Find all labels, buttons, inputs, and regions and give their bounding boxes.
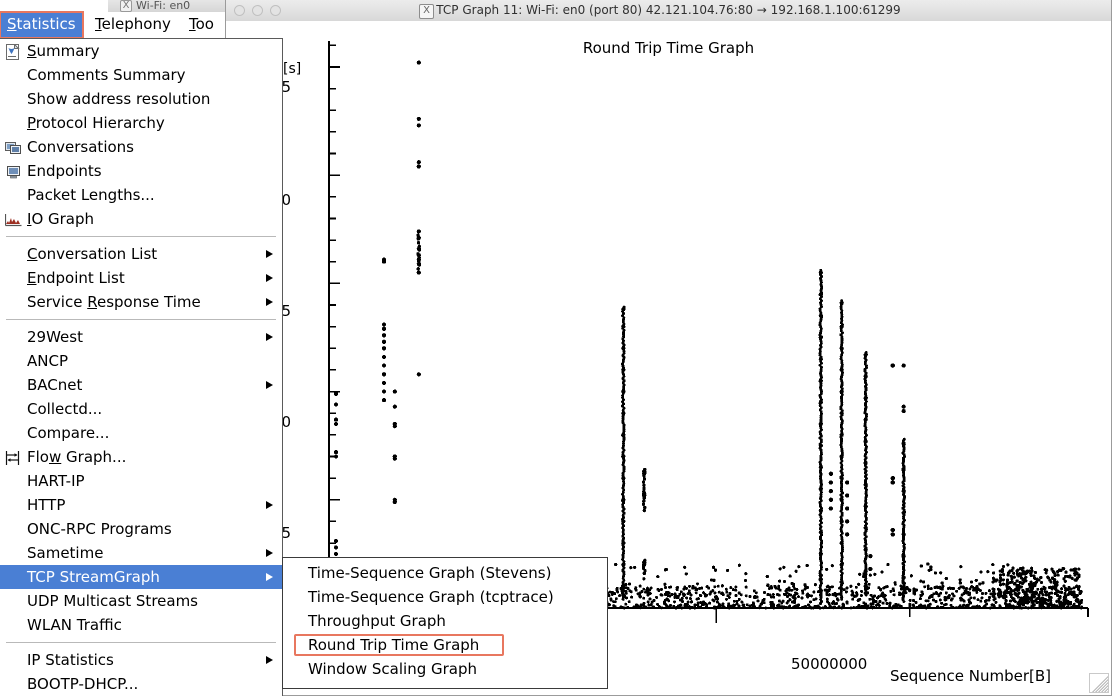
menu-item-show-address-resolution[interactable]: Show address resolution xyxy=(0,87,282,111)
menu-item-label: ONC-RPC Programs xyxy=(27,520,172,538)
menu-item-conversation-list[interactable]: Conversation List xyxy=(0,242,282,266)
menu-item-udp-multicast-streams[interactable]: UDP Multicast Streams xyxy=(0,589,282,613)
submenu-item-round-trip-time-graph[interactable]: Round Trip Time Graph xyxy=(283,633,607,657)
statistics-menu: Summary Comments Summary Show address reso… xyxy=(0,38,283,696)
menu-item-label: Conversations xyxy=(27,138,134,156)
menu-item-comments-summary[interactable]: Comments Summary xyxy=(0,63,282,87)
menu-item-endpoint-list[interactable]: Endpoint List xyxy=(0,266,282,290)
menu-item-label: Summary xyxy=(27,42,100,60)
menu-item-label: Show address resolution xyxy=(27,90,211,108)
conversations-icon xyxy=(5,139,22,155)
menu-item-wlan-traffic[interactable]: WLAN Traffic xyxy=(0,613,282,637)
menu-item-service-response-time[interactable]: Service Response Time xyxy=(0,290,282,314)
menu-item-label: HART-IP xyxy=(27,472,85,490)
chevron-right-icon xyxy=(266,274,273,282)
menu-item-label: ANCP xyxy=(27,352,69,370)
menubar-item-telephony[interactable]: Telephony xyxy=(88,12,178,38)
menu-item-packet-lengths[interactable]: Packet Lengths... xyxy=(0,183,282,207)
main-window-title: Wi-Fi: en0 xyxy=(136,0,191,12)
menu-item-label: Flow Graph... xyxy=(27,448,127,466)
menu-item-label: Sametime xyxy=(27,544,104,562)
menu-item-sametime[interactable]: Sametime xyxy=(0,541,282,565)
wireshark-icon: X xyxy=(120,0,132,12)
menu-item-label: IP Statistics xyxy=(27,651,114,669)
menu-item-http[interactable]: HTTP xyxy=(0,493,282,517)
chevron-right-icon xyxy=(266,573,273,581)
menubar-item-telephony-label: elephony xyxy=(101,15,171,33)
menu-item-label: HTTP xyxy=(27,496,66,514)
menu-item-ancp[interactable]: ANCP xyxy=(0,349,282,373)
menu-item-label: IO Graph xyxy=(27,210,95,228)
submenu-item-label: Time-Sequence Graph (Stevens) xyxy=(308,564,552,582)
menu-item-ip-statistics[interactable]: IP Statistics xyxy=(0,648,282,672)
menu-item-label: Collectd... xyxy=(27,400,103,418)
tcp-graph-window-title: TCP Graph 11: Wi-Fi: en0 (port 80) 42.12… xyxy=(436,3,901,17)
menu-item-endpoints[interactable]: Endpoints xyxy=(0,159,282,183)
summary-icon xyxy=(5,43,22,60)
menubar-item-tools[interactable]: Too xyxy=(182,12,221,38)
endpoints-icon xyxy=(5,163,22,179)
submenu-item-time-sequence-graph-tcptrace[interactable]: Time-Sequence Graph (tcptrace) xyxy=(283,585,607,609)
menu-item-collectd[interactable]: Collectd... xyxy=(0,397,282,421)
menu-item-flow-graph[interactable]: Flow Graph... xyxy=(0,445,282,469)
menu-item-protocol-hierarchy[interactable]: Protocol Hierarchy xyxy=(0,111,282,135)
resize-grip[interactable] xyxy=(1089,673,1109,693)
tcp-streamgraph-submenu: Time-Sequence Graph (Stevens) Time-Sequen… xyxy=(282,557,608,689)
submenu-item-label: Throughput Graph xyxy=(308,612,446,630)
menu-item-label: TCP StreamGraph xyxy=(27,568,160,586)
menu-item-label: 29West xyxy=(27,328,83,346)
menu-separator xyxy=(6,236,276,237)
menu-item-summary[interactable]: Summary xyxy=(0,39,282,63)
submenu-item-label: Time-Sequence Graph (tcptrace) xyxy=(308,588,554,606)
menu-item-label: WLAN Traffic xyxy=(27,616,122,634)
io-graph-icon xyxy=(4,211,22,227)
flow-graph-icon xyxy=(5,449,22,465)
submenu-item-label: Window Scaling Graph xyxy=(308,660,478,678)
highlight-box xyxy=(294,634,504,656)
menu-item-tcp-streamgraph[interactable]: TCP StreamGraph xyxy=(0,565,282,589)
chevron-right-icon xyxy=(266,656,273,664)
chevron-right-icon xyxy=(266,381,273,389)
menubar-item-tools-label: oo xyxy=(195,15,214,33)
menu-item-hart-ip[interactable]: HART-IP xyxy=(0,469,282,493)
menu-item-label: UDP Multicast Streams xyxy=(27,592,198,610)
submenu-item-throughput-graph[interactable]: Throughput Graph xyxy=(283,609,607,633)
menu-item-conversations[interactable]: Conversations xyxy=(0,135,282,159)
chevron-right-icon xyxy=(266,501,273,509)
menu-item-io-graph[interactable]: IO Graph xyxy=(0,207,282,231)
menu-item-compare[interactable]: Compare... xyxy=(0,421,282,445)
menu-item-label: Compare... xyxy=(27,424,110,442)
menu-item-label: BOOTP-DHCP... xyxy=(27,675,139,693)
chevron-right-icon xyxy=(266,298,273,306)
menu-item-29west[interactable]: 29West xyxy=(0,325,282,349)
menu-item-onc-rpc-programs[interactable]: ONC-RPC Programs xyxy=(0,517,282,541)
menu-separator xyxy=(6,319,276,320)
menu-item-label: Protocol Hierarchy xyxy=(27,114,165,132)
menu-item-label: Comments Summary xyxy=(27,66,186,84)
menu-separator xyxy=(6,642,276,643)
tcp-graph-titlebar[interactable]: X TCP Graph 11: Wi-Fi: en0 (port 80) 42.… xyxy=(226,0,1111,22)
menu-item-label: BACnet xyxy=(27,376,83,394)
menubar-item-statistics-label: tatistics xyxy=(16,15,76,33)
menu-item-label: Endpoints xyxy=(27,162,102,180)
menubar-item-statistics[interactable]: Statistics xyxy=(0,11,84,39)
menu-item-label: Conversation List xyxy=(27,245,158,263)
menu-item-label: Endpoint List xyxy=(27,269,125,287)
submenu-item-time-sequence-graph-stevens[interactable]: Time-Sequence Graph (Stevens) xyxy=(283,561,607,585)
chevron-right-icon xyxy=(266,549,273,557)
menu-item-label: Service Response Time xyxy=(27,293,201,311)
chevron-right-icon xyxy=(266,250,273,258)
chevron-right-icon xyxy=(266,333,273,341)
menu-item-bootp-dhcp[interactable]: BOOTP-DHCP... xyxy=(0,672,282,696)
menu-item-bacnet[interactable]: BACnet xyxy=(0,373,282,397)
submenu-item-window-scaling-graph[interactable]: Window Scaling Graph xyxy=(283,657,607,681)
menu-item-label: Packet Lengths... xyxy=(27,186,155,204)
